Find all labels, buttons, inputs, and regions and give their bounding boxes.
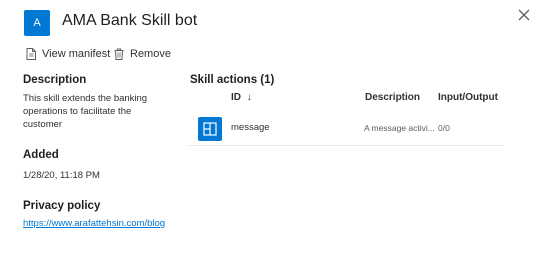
privacy-policy-link[interactable]: https://www.arafattehsin.com/blog (23, 218, 183, 229)
close-button[interactable] (516, 7, 532, 23)
view-manifest-label: View manifest (42, 48, 111, 60)
close-icon (518, 9, 530, 21)
panel-title: AMA Bank Skill bot (62, 12, 198, 29)
skill-avatar: A (24, 10, 50, 36)
panel-header: A AMA Bank Skill bot (0, 0, 550, 42)
privacy-policy-heading: Privacy policy (23, 200, 101, 212)
column-header-input-output[interactable]: Input/Output (438, 92, 498, 103)
column-header-id[interactable]: ID ↓ (231, 92, 252, 103)
action-description: A message activi... (364, 123, 435, 133)
description-text: This skill extends the banking operation… (23, 93, 148, 130)
column-id-label: ID (231, 92, 241, 103)
description-heading: Description (23, 74, 87, 86)
action-input-output: 0/0 (438, 123, 450, 133)
command-bar: View manifest Remove (0, 42, 550, 66)
remove-button[interactable]: Remove (114, 48, 171, 60)
added-heading: Added (23, 149, 59, 161)
action-id: message (231, 122, 270, 133)
skill-actions-heading: Skill actions (1) (190, 74, 275, 86)
document-icon (26, 48, 36, 60)
remove-label: Remove (130, 48, 171, 60)
added-value: 1/28/20, 11:18 PM (23, 170, 100, 181)
sort-down-arrow-icon: ↓ (246, 92, 252, 103)
message-card-icon (198, 117, 222, 141)
skill-actions-section: Skill actions (1) (190, 74, 510, 86)
skill-details: Description This skill extends the banki… (23, 74, 183, 229)
column-header-description[interactable]: Description (365, 92, 420, 103)
trash-icon (114, 48, 124, 60)
table-row[interactable]: message A message activi... 0/0 (188, 107, 504, 146)
view-manifest-button[interactable]: View manifest (26, 48, 110, 60)
